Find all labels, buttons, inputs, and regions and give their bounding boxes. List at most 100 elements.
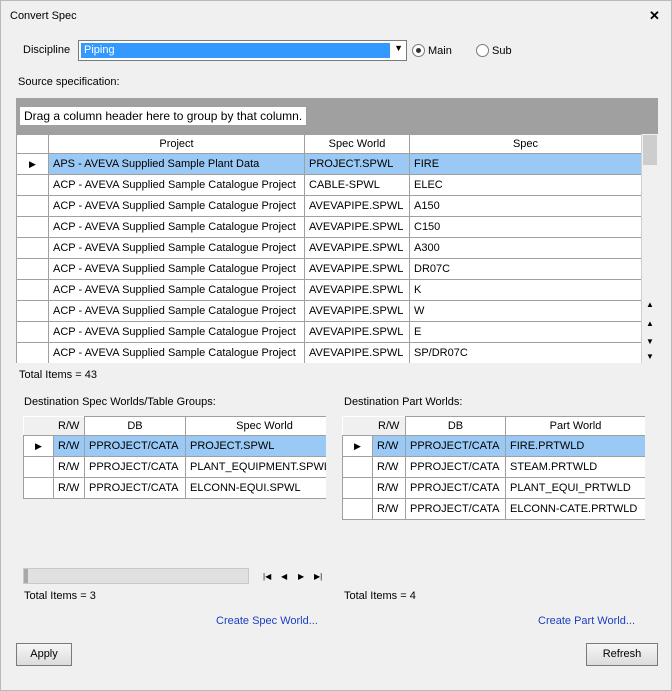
table-cell[interactable]: W: [409, 300, 642, 322]
table-cell[interactable]: ACP - AVEVA Supplied Sample Catalogue Pr…: [48, 237, 305, 259]
next-page-icon[interactable]: ▶: [298, 572, 304, 581]
table-row[interactable]: ▶ APS - AVEVA Supplied Sample Plant Data P…: [16, 153, 642, 175]
table-cell[interactable]: AVEVAPIPE.SPWL: [304, 258, 410, 280]
table-cell[interactable]: SP/DR07C: [409, 342, 642, 363]
table-cell[interactable]: ACP - AVEVA Supplied Sample Catalogue Pr…: [48, 216, 305, 238]
table-row[interactable]: ACP - AVEVA Supplied Sample Catalogue Pr…: [16, 300, 642, 322]
table-cell[interactable]: PPROJECT/CATA: [84, 456, 186, 478]
row-indicator[interactable]: [16, 174, 49, 196]
table-cell[interactable]: PLANT_EQUI_PRTWLD: [505, 477, 645, 499]
col-header-project[interactable]: Project: [48, 134, 305, 154]
row-indicator[interactable]: [16, 279, 49, 301]
table-row[interactable]: ACP - AVEVA Supplied Sample Catalogue Pr…: [16, 174, 642, 196]
table-cell[interactable]: PPROJECT/CATA: [405, 435, 506, 457]
main-radio[interactable]: [412, 44, 425, 57]
col-header-db[interactable]: DB: [405, 416, 506, 436]
col-header-spec-world[interactable]: Spec World: [185, 416, 326, 436]
table-cell[interactable]: AVEVAPIPE.SPWL: [304, 321, 410, 343]
row-indicator[interactable]: [16, 300, 49, 322]
table-cell[interactable]: R/W: [53, 456, 85, 478]
table-row[interactable]: R/W PPROJECT/CATA ELCONN-CATE.PRTWLD: [342, 498, 645, 520]
row-indicator[interactable]: [16, 342, 49, 363]
table-cell[interactable]: ACP - AVEVA Supplied Sample Catalogue Pr…: [48, 300, 305, 322]
scroll-thumb[interactable]: [643, 135, 657, 165]
col-header-db[interactable]: DB: [84, 416, 186, 436]
table-row[interactable]: R/W PPROJECT/CATA PLANT_EQUI_PRTWLD: [342, 477, 645, 499]
table-row[interactable]: ACP - AVEVA Supplied Sample Catalogue Pr…: [16, 195, 642, 217]
table-cell[interactable]: R/W: [372, 477, 406, 499]
row-indicator[interactable]: [16, 237, 49, 259]
table-cell[interactable]: PPROJECT/CATA: [84, 435, 186, 457]
scroll-bottom-icon[interactable]: ▼: [646, 352, 654, 361]
table-cell[interactable]: K: [409, 279, 642, 301]
table-cell[interactable]: PPROJECT/CATA: [84, 477, 186, 499]
table-cell[interactable]: R/W: [53, 435, 85, 457]
create-part-world-link[interactable]: Create Part World...: [538, 615, 635, 627]
table-row[interactable]: R/W PPROJECT/CATA PLANT_EQUIPMENT.SPWL: [23, 456, 326, 478]
table-cell[interactable]: PPROJECT/CATA: [405, 477, 506, 499]
col-header-rw[interactable]: R/W: [372, 416, 406, 436]
table-cell[interactable]: E: [409, 321, 642, 343]
table-cell[interactable]: FIRE: [409, 153, 642, 175]
group-by-panel[interactable]: Drag a column header here to group by th…: [16, 98, 658, 134]
chevron-down-icon[interactable]: ▼: [394, 43, 403, 53]
row-indicator[interactable]: [23, 477, 54, 499]
hscroll-thumb[interactable]: [24, 569, 28, 583]
table-row[interactable]: ACP - AVEVA Supplied Sample Catalogue Pr…: [16, 216, 642, 238]
row-indicator[interactable]: [23, 456, 54, 478]
table-cell[interactable]: ACP - AVEVA Supplied Sample Catalogue Pr…: [48, 174, 305, 196]
row-indicator[interactable]: [16, 258, 49, 280]
table-cell[interactable]: AVEVAPIPE.SPWL: [304, 279, 410, 301]
table-row[interactable]: R/W PPROJECT/CATA STEAM.PRTWLD: [342, 456, 645, 478]
table-cell[interactable]: A300: [409, 237, 642, 259]
table-cell[interactable]: ACP - AVEVA Supplied Sample Catalogue Pr…: [48, 258, 305, 280]
table-row[interactable]: ACP - AVEVA Supplied Sample Catalogue Pr…: [16, 342, 642, 363]
table-cell[interactable]: AVEVAPIPE.SPWL: [304, 300, 410, 322]
row-indicator[interactable]: [342, 456, 373, 478]
table-row[interactable]: ACP - AVEVA Supplied Sample Catalogue Pr…: [16, 258, 642, 280]
table-cell[interactable]: R/W: [372, 435, 406, 457]
table-row[interactable]: ACP - AVEVA Supplied Sample Catalogue Pr…: [16, 279, 642, 301]
scroll-up-icon[interactable]: ▲: [646, 319, 654, 328]
table-row[interactable]: ACP - AVEVA Supplied Sample Catalogue Pr…: [16, 321, 642, 343]
table-cell[interactable]: PPROJECT/CATA: [405, 456, 506, 478]
table-cell[interactable]: CABLE-SPWL: [304, 174, 410, 196]
table-cell[interactable]: PROJECT.SPWL: [185, 435, 326, 457]
table-cell[interactable]: A150: [409, 195, 642, 217]
prev-page-icon[interactable]: ◀: [281, 572, 287, 581]
table-cell[interactable]: ACP - AVEVA Supplied Sample Catalogue Pr…: [48, 195, 305, 217]
refresh-button[interactable]: Refresh: [586, 643, 658, 666]
table-cell[interactable]: AVEVAPIPE.SPWL: [304, 216, 410, 238]
scroll-down-icon[interactable]: ▼: [646, 337, 654, 346]
table-cell[interactable]: STEAM.PRTWLD: [505, 456, 645, 478]
dest-spec-hscroll[interactable]: [23, 568, 249, 584]
table-cell[interactable]: AVEVAPIPE.SPWL: [304, 195, 410, 217]
table-cell[interactable]: AVEVAPIPE.SPWL: [304, 342, 410, 363]
table-cell[interactable]: FIRE.PRTWLD: [505, 435, 645, 457]
col-header-spec[interactable]: Spec: [409, 134, 642, 154]
table-cell[interactable]: PROJECT.SPWL: [304, 153, 410, 175]
table-cell[interactable]: PLANT_EQUIPMENT.SPWL: [185, 456, 326, 478]
table-cell[interactable]: R/W: [53, 477, 85, 499]
table-cell[interactable]: R/W: [372, 498, 406, 520]
table-cell[interactable]: C150: [409, 216, 642, 238]
discipline-select[interactable]: Piping ▼: [78, 40, 407, 61]
col-header-spec-world[interactable]: Spec World: [304, 134, 410, 154]
table-cell[interactable]: ACP - AVEVA Supplied Sample Catalogue Pr…: [48, 279, 305, 301]
row-pointer-icon[interactable]: ▶: [16, 153, 49, 175]
table-cell[interactable]: ELCONN-CATE.PRTWLD: [505, 498, 645, 520]
source-scrollbar[interactable]: ▲ ▲ ▼ ▼: [641, 134, 658, 363]
scroll-top-icon[interactable]: ▲: [646, 300, 654, 309]
table-cell[interactable]: PPROJECT/CATA: [405, 498, 506, 520]
row-pointer-icon[interactable]: ▶: [342, 435, 373, 457]
table-cell[interactable]: ELEC: [409, 174, 642, 196]
table-row[interactable]: ACP - AVEVA Supplied Sample Catalogue Pr…: [16, 237, 642, 259]
table-row[interactable]: ▶ R/W PPROJECT/CATA FIRE.PRTWLD: [342, 435, 645, 457]
table-cell[interactable]: APS - AVEVA Supplied Sample Plant Data: [48, 153, 305, 175]
last-page-icon[interactable]: ▶|: [314, 572, 322, 581]
row-pointer-icon[interactable]: ▶: [23, 435, 54, 457]
row-indicator[interactable]: [342, 498, 373, 520]
row-indicator[interactable]: [16, 195, 49, 217]
table-cell[interactable]: DR07C: [409, 258, 642, 280]
first-page-icon[interactable]: |◀: [263, 572, 271, 581]
